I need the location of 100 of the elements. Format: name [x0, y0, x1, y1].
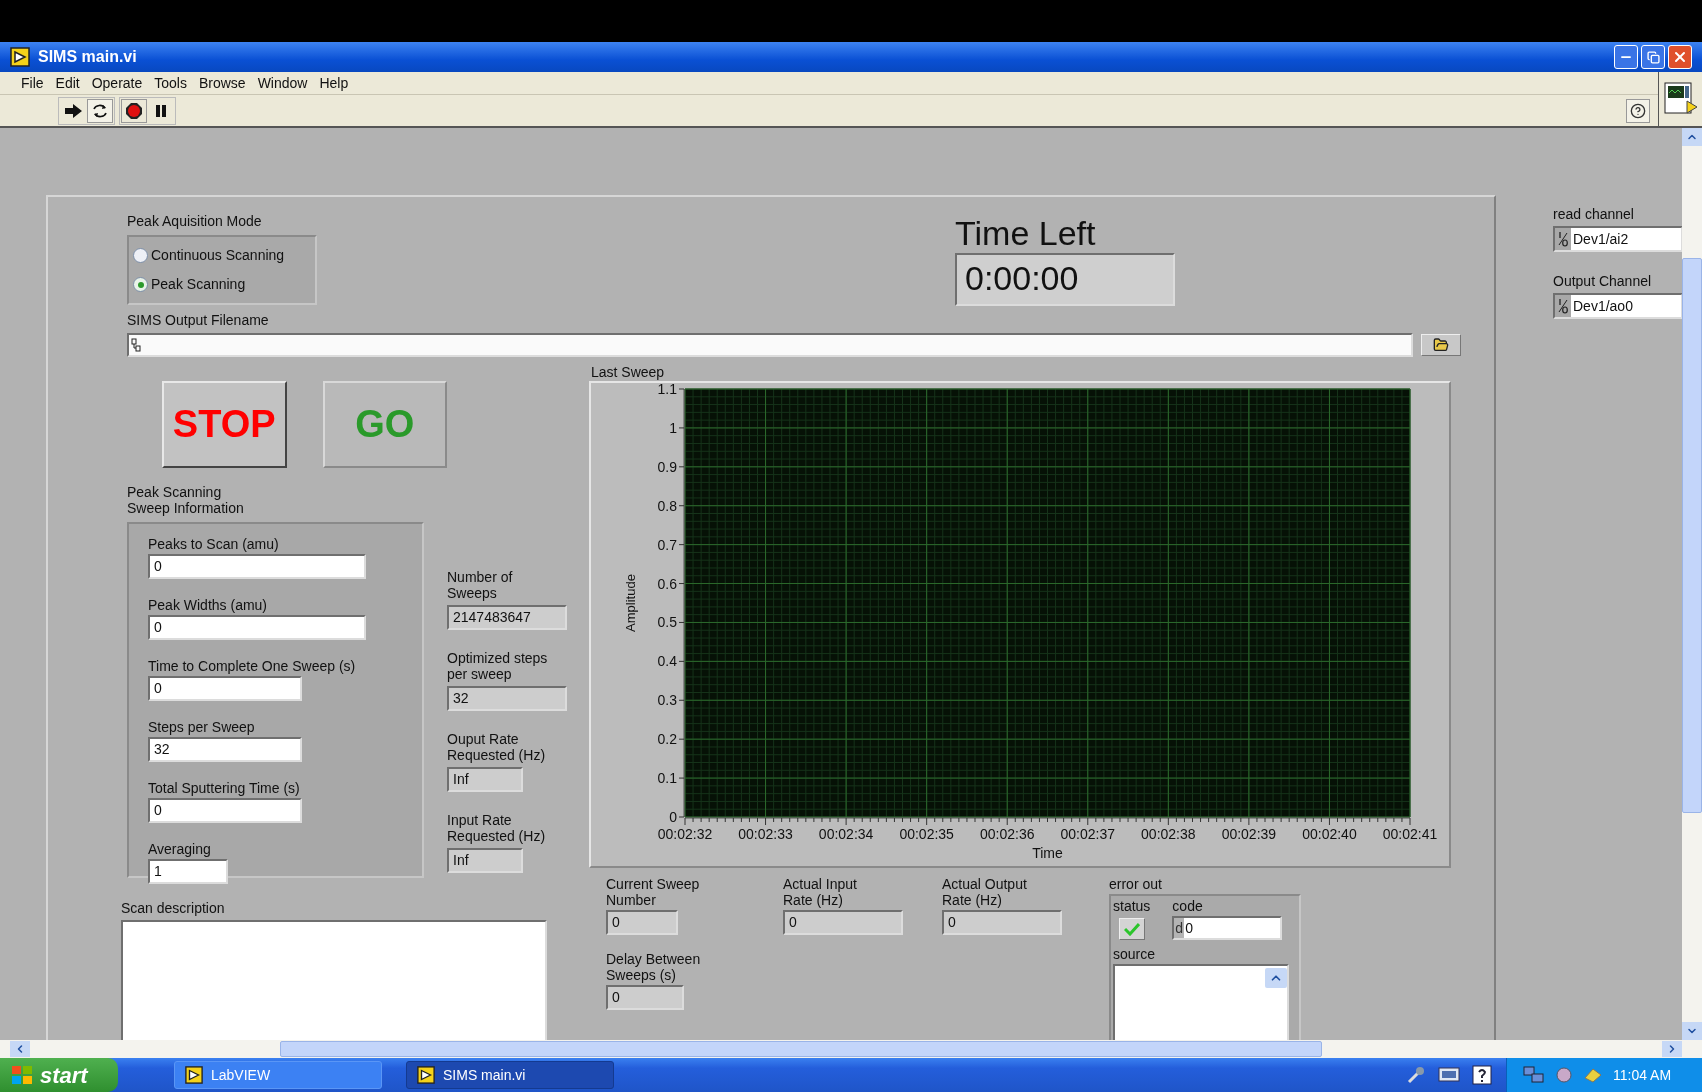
y-tick-label: 0.1	[657, 770, 677, 787]
scroll-up-button[interactable]	[1265, 968, 1287, 988]
radio-button[interactable]	[133, 277, 148, 292]
source-field[interactable]	[1113, 964, 1289, 1040]
y-tick-label: 0.4	[657, 653, 677, 670]
time-left-display: 0:00:00	[955, 253, 1175, 306]
field-label: read channel	[1553, 206, 1635, 222]
browse-button[interactable]	[1421, 334, 1461, 356]
y-axis-title: Amplitude	[623, 574, 638, 632]
input-field[interactable]: 1	[148, 859, 228, 884]
menu-item[interactable]: Window	[256, 72, 309, 94]
scrollbar-thumb[interactable]	[280, 1041, 1322, 1057]
app-icon	[185, 1066, 203, 1084]
field-label: Current Sweep Number	[606, 876, 701, 908]
x-tick-label: 00:02:39	[1221, 826, 1277, 842]
run-continuously-button[interactable]	[87, 98, 113, 123]
path-icon	[131, 338, 141, 352]
restore-button[interactable]	[1641, 45, 1665, 69]
field-label: source	[1113, 946, 1157, 962]
indicator-field: Inf	[447, 848, 523, 873]
menu-item[interactable]: Tools	[153, 72, 188, 94]
x-tick-label: 00:02:37	[1060, 826, 1116, 842]
y-tick-label: 1.1	[657, 381, 677, 397]
x-tick-label: 00:02:38	[1141, 826, 1196, 842]
field-label: Number of Sweeps	[447, 569, 514, 601]
field-label: Optimized steps per sweep	[447, 650, 549, 682]
io-icon	[1556, 230, 1570, 248]
monitor-icon	[1438, 1066, 1460, 1084]
field-label: Ouput Rate Requested (Hz)	[447, 731, 547, 763]
horizontal-scrollbar[interactable]	[0, 1040, 1702, 1058]
restore-icon	[1646, 50, 1660, 64]
menu-item[interactable]: Help	[318, 72, 350, 94]
field-label: Averaging	[148, 841, 212, 857]
input-field[interactable]: 32	[148, 737, 302, 762]
y-tick-label: 1	[669, 419, 677, 436]
option-label: Peak Scanning	[151, 275, 246, 294]
run-arrow-icon	[63, 103, 83, 118]
time-left-label: Time Left	[955, 213, 1097, 253]
input-field[interactable]: 0	[148, 798, 302, 823]
channel-value: Dev1/ao0	[1572, 296, 1633, 316]
y-tick-label: 0.3	[657, 692, 677, 709]
filename-field[interactable]	[127, 333, 1413, 357]
menu-item[interactable]: Operate	[90, 72, 144, 94]
scroll-left-button[interactable]	[10, 1041, 30, 1057]
context-help-button[interactable]	[1626, 98, 1650, 123]
field-label: Time to Complete One Sweep (s)	[148, 658, 357, 674]
help-icon	[1630, 102, 1646, 119]
x-tick-label: 00:02:41	[1382, 826, 1438, 842]
code-field[interactable]: d 0	[1172, 916, 1283, 940]
field-label: Steps per Sweep	[148, 719, 256, 735]
y-tick-label: 0.5	[657, 614, 677, 631]
y-tick-label: 0	[669, 809, 677, 825]
menu-item[interactable]: Browse	[197, 72, 247, 94]
scroll-up-button[interactable]	[1682, 128, 1702, 146]
menu-item[interactable]: File	[20, 72, 45, 94]
channel-value: Dev1/ai2	[1572, 229, 1629, 249]
radio-button[interactable]	[133, 248, 148, 263]
app-icon	[10, 47, 30, 67]
indicator-field: Inf	[447, 767, 523, 792]
input-field[interactable]: 0	[148, 676, 302, 701]
field-label: Delay Between Sweeps (s)	[606, 951, 702, 983]
x-tick-label: 00:02:34	[818, 826, 874, 842]
close-button[interactable]	[1668, 45, 1692, 69]
section-label: Peak Scanning Sweep Information	[127, 484, 245, 516]
indicator-field: 0	[783, 910, 903, 935]
taskbar-button[interactable]: SIMS main.vi	[406, 1061, 614, 1089]
y-tick-label: 0.9	[657, 458, 677, 475]
stop-sign-icon	[125, 101, 143, 120]
scroll-right-button[interactable]	[1662, 1041, 1682, 1057]
input-field[interactable]: 0	[148, 554, 366, 579]
field-label: Peak Widths (amu)	[148, 597, 269, 613]
taskbar-button[interactable]: LabVIEW	[174, 1061, 382, 1089]
field-label: Peaks to Scan (amu)	[148, 536, 280, 552]
channel-field[interactable]: Dev1/ao0	[1553, 293, 1682, 319]
abort-button[interactable]	[121, 98, 147, 123]
scrollbar-thumb[interactable]	[1682, 258, 1702, 813]
scroll-down-button[interactable]	[1682, 1022, 1702, 1040]
field-label: Output Channel	[1553, 273, 1653, 289]
wrench-icon	[1406, 1065, 1426, 1085]
field-label: code	[1172, 898, 1204, 914]
indicator-field: 0	[606, 910, 678, 935]
channel-field[interactable]: Dev1/ai2	[1553, 226, 1682, 252]
input-field[interactable]: 0	[148, 615, 366, 640]
io-icon	[1556, 297, 1570, 315]
y-tick-label: 0.2	[657, 731, 677, 748]
scan-description-field[interactable]	[121, 920, 547, 1040]
indicator-field: 32	[447, 686, 567, 711]
field-label: Total Sputtering Time (s)	[148, 780, 301, 796]
window-title: SIMS main.vi	[38, 47, 137, 67]
indicator-field: 0	[606, 985, 684, 1010]
minimize-button[interactable]	[1614, 45, 1638, 69]
x-tick-label: 00:02:36	[979, 826, 1035, 842]
menu-item[interactable]: Edit	[54, 72, 81, 94]
field-label: Scan description	[121, 900, 226, 916]
x-tick-label: 00:02:33	[738, 826, 793, 842]
close-icon	[1672, 49, 1688, 65]
field-label: error out	[1109, 876, 1163, 892]
help-icon	[1472, 1065, 1492, 1085]
vertical-scrollbar[interactable]	[1682, 128, 1702, 1040]
folder-icon	[1433, 337, 1449, 353]
